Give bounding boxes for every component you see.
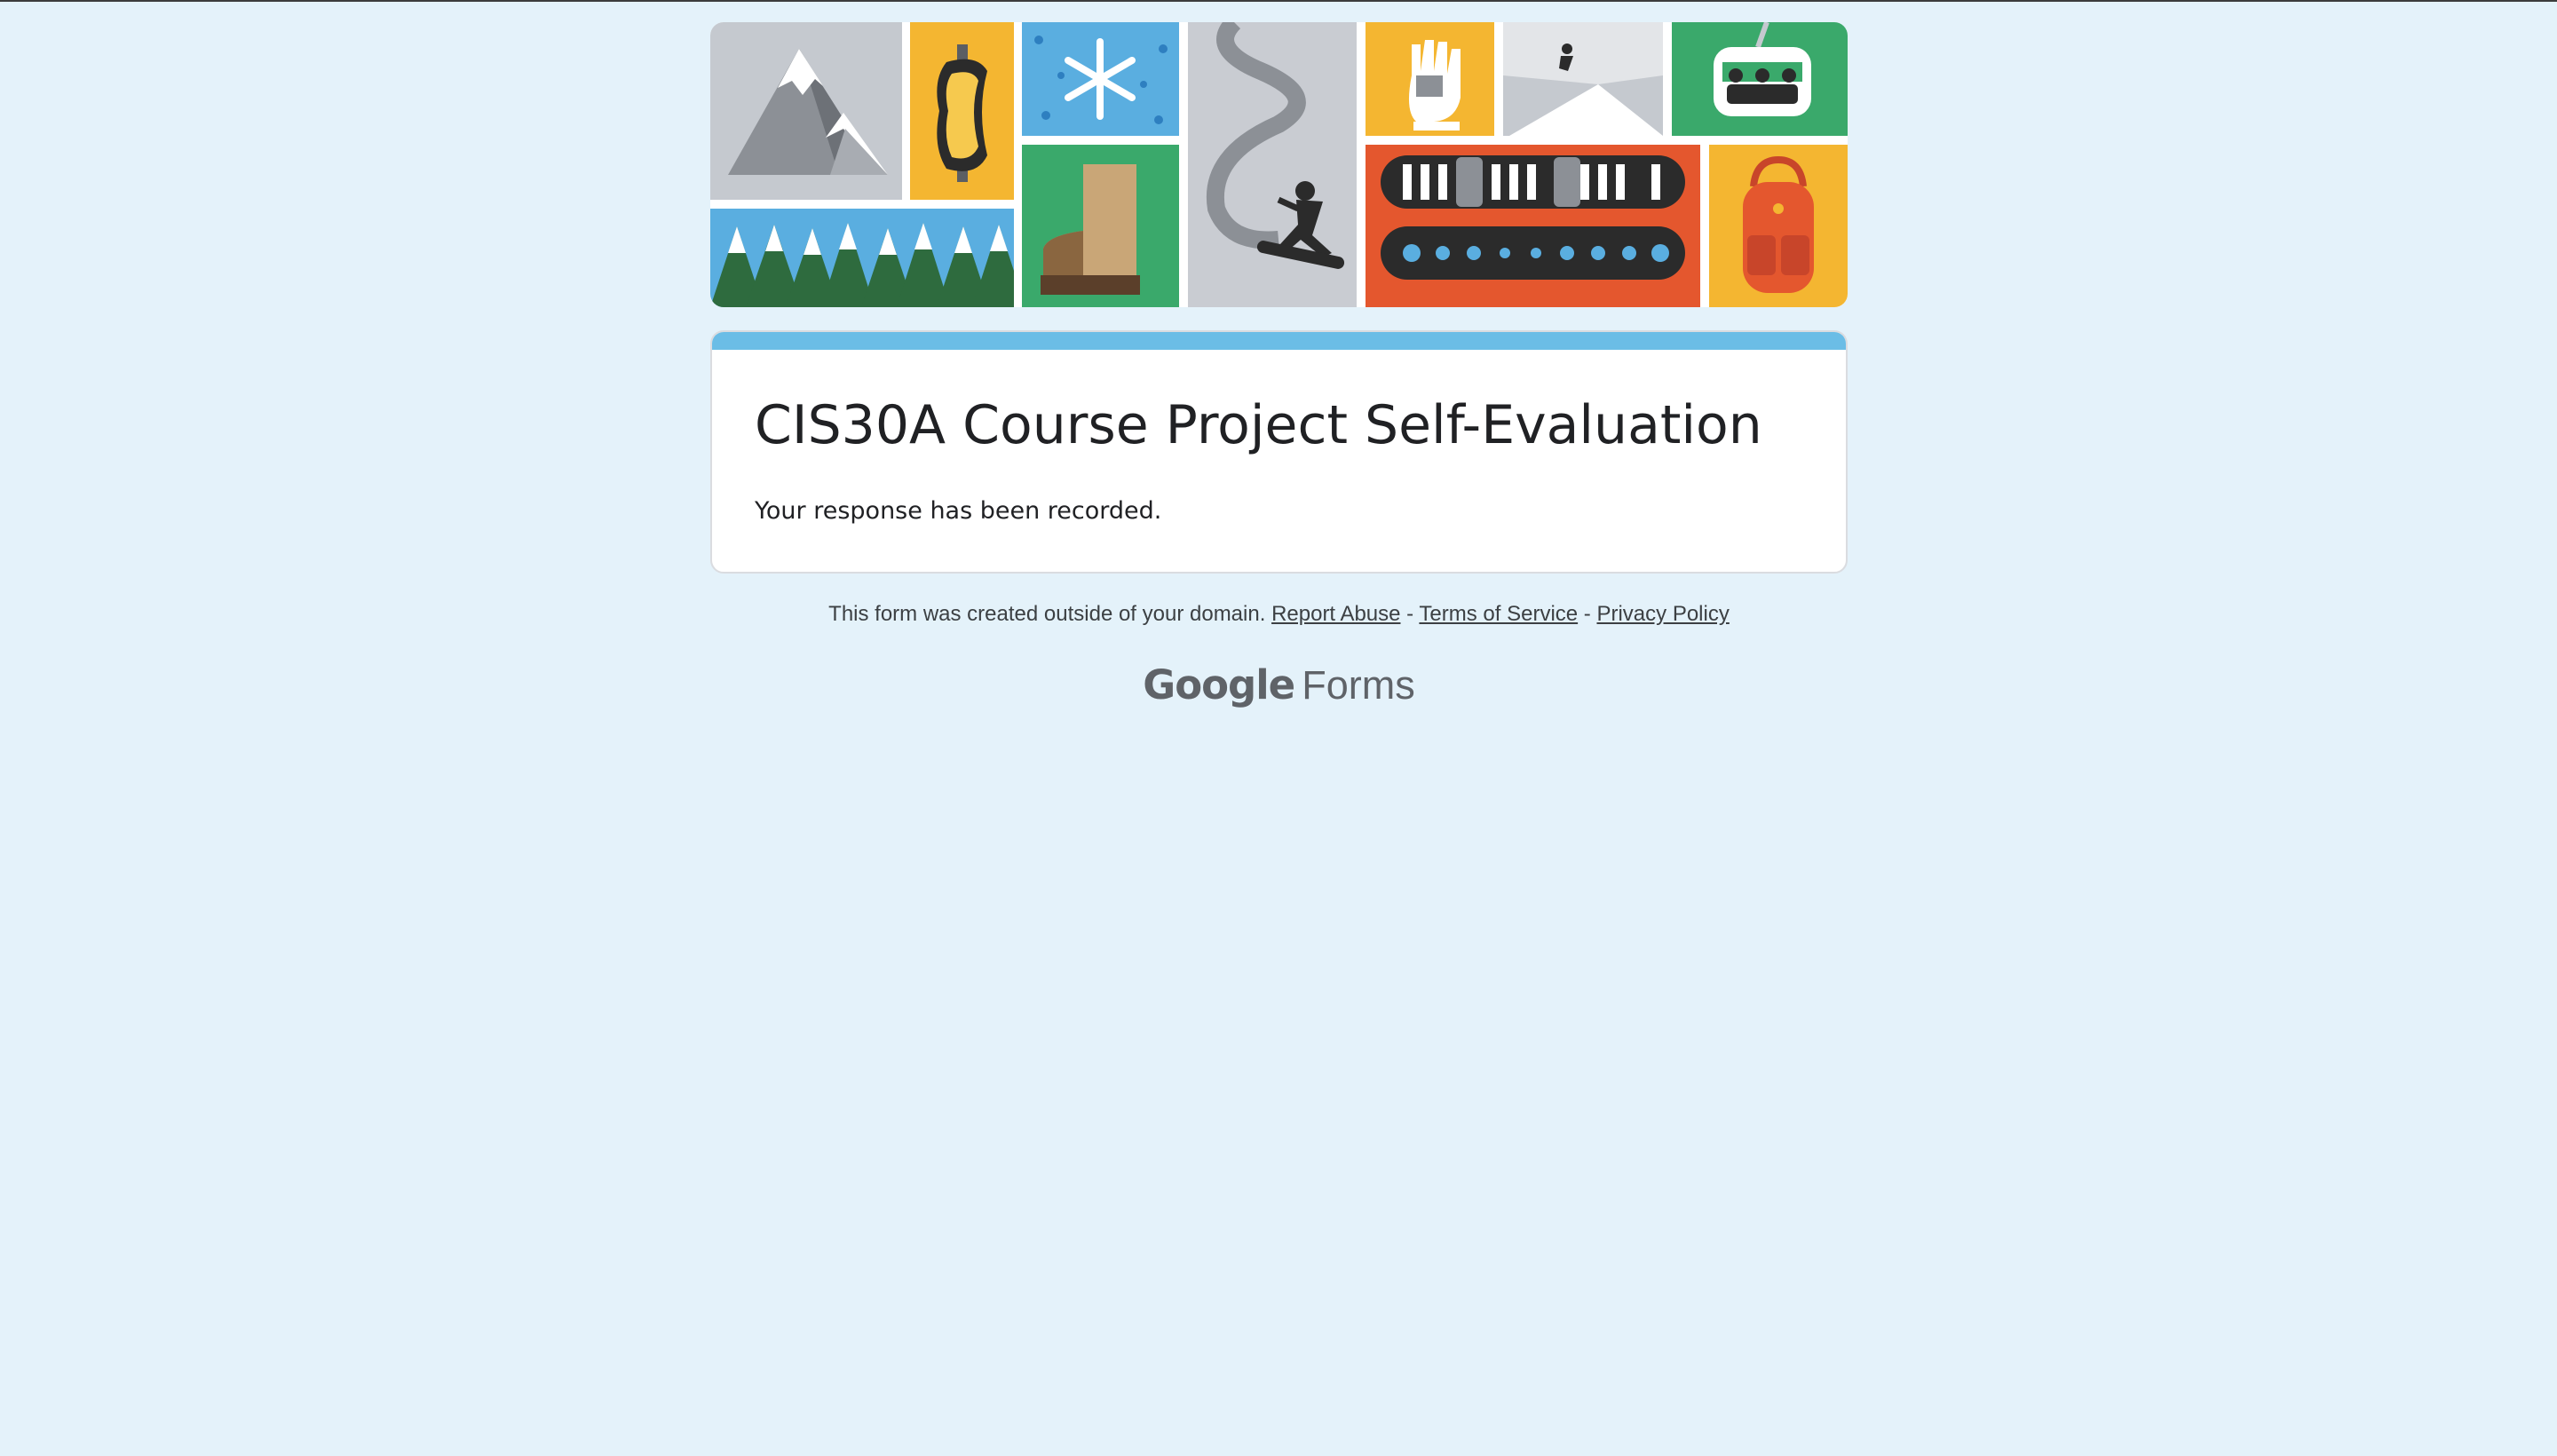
google-wordmark: Google	[1143, 661, 1295, 708]
mountain-icon	[710, 22, 902, 200]
footer: This form was created outside of your do…	[710, 602, 1848, 627]
form-title: CIS30A Course Project Self-Evaluation	[755, 394, 1762, 456]
domain-notice: This form was created outside of your do…	[828, 602, 1266, 626]
snowflake-icon	[1022, 22, 1179, 136]
response-recorded-message: Your response has been recorded.	[755, 497, 1162, 525]
report-abuse-link[interactable]: Report Abuse	[1271, 602, 1400, 626]
footer-separator: -	[1406, 602, 1414, 626]
confirmation-card: CIS30A Course Project Self-Evaluation Yo…	[710, 330, 1848, 574]
snowboard-icon	[1366, 145, 1700, 307]
privacy-policy-link[interactable]: Privacy Policy	[1596, 602, 1729, 626]
forms-wordmark: Forms	[1302, 662, 1415, 708]
header-banner-image	[710, 22, 1848, 307]
window-top-border	[0, 0, 2557, 2]
glove-icon	[1366, 22, 1494, 136]
jumper-icon	[1503, 22, 1663, 136]
terms-of-service-link[interactable]: Terms of Service	[1419, 602, 1578, 626]
goggles-icon	[910, 22, 1014, 200]
pine-trees-icon	[710, 209, 1014, 307]
boot-icon	[1022, 145, 1179, 307]
backpack-icon	[1709, 145, 1848, 307]
ski-lift-icon	[1672, 22, 1848, 136]
google-forms-logo[interactable]: Google Forms	[710, 661, 1848, 708]
footer-separator: -	[1583, 602, 1591, 626]
card-accent-bar	[712, 332, 1846, 350]
